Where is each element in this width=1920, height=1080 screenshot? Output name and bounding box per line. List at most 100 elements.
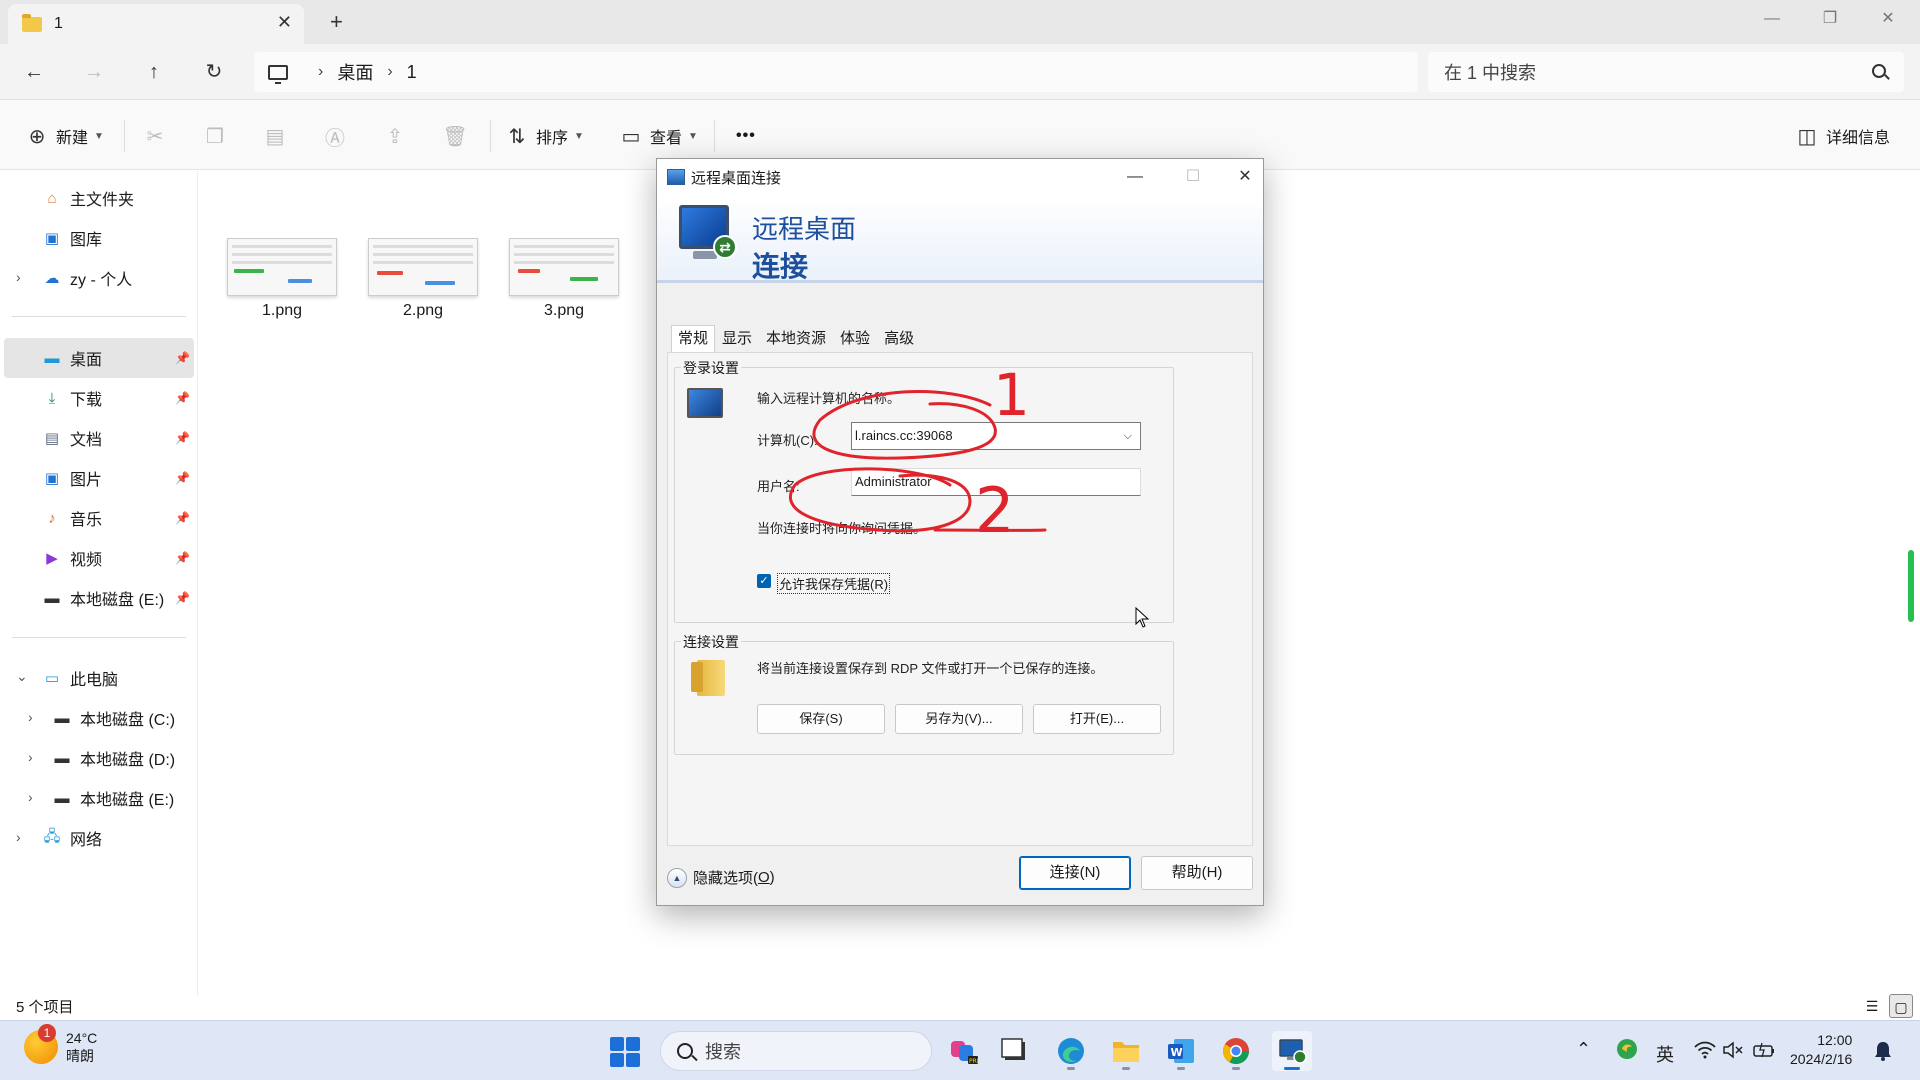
copilot-icon[interactable]: PRE xyxy=(943,1031,983,1071)
cut-button[interactable]: ✂ xyxy=(144,122,166,150)
tab-experience[interactable]: 体验 xyxy=(833,325,877,351)
sidebar-item-drive-c[interactable]: ▬ 本地磁盘 (C:) xyxy=(4,698,194,738)
sidebar-item-label: zy - 个人 xyxy=(70,272,133,289)
minimize-button[interactable]: — xyxy=(1752,4,1792,34)
remote-desktop-icon[interactable] xyxy=(1272,1031,1312,1071)
details-view-button[interactable]: ☰ xyxy=(1860,994,1884,1018)
dialog-close-button[interactable]: ✕ xyxy=(1227,163,1263,191)
save-as-button[interactable]: 另存为(V)... xyxy=(895,704,1023,734)
dialog-minimize-button[interactable]: — xyxy=(1117,163,1153,191)
clock[interactable]: 12:00 2024/2/16 xyxy=(1790,1031,1852,1069)
close-button[interactable]: ✕ xyxy=(1868,4,1908,34)
more-options-button[interactable]: ••• xyxy=(736,122,756,150)
file-explorer-icon[interactable] xyxy=(1106,1031,1146,1071)
sidebar-item-network[interactable]: 🖧 网络 xyxy=(4,818,194,858)
sort-button[interactable]: ⇅ 排序 ▼ xyxy=(506,122,584,150)
pin-icon[interactable]: 📌 xyxy=(175,551,190,565)
tab-general[interactable]: 常规 xyxy=(671,325,716,353)
rename-button[interactable]: Ⓐ xyxy=(324,122,346,150)
file-name[interactable]: 1.png xyxy=(227,302,337,320)
search-input[interactable]: 在 1 中搜索 xyxy=(1428,52,1904,92)
breadcrumb-folder[interactable]: 1 xyxy=(407,62,417,83)
notification-bell-icon[interactable] xyxy=(1874,1041,1892,1066)
sidebar-item-drive-d[interactable]: ▬ 本地磁盘 (D:) xyxy=(4,738,194,778)
sidebar-item-drive-e-pinned[interactable]: ▬ 本地磁盘 (E:) 📌 xyxy=(4,578,194,618)
pin-icon[interactable]: 📌 xyxy=(175,351,190,365)
terminal-icon[interactable] xyxy=(995,1031,1035,1071)
username-field[interactable]: Administrator xyxy=(851,468,1141,496)
computer-label: 计算机(C): xyxy=(757,433,818,448)
tab-advanced[interactable]: 高级 xyxy=(877,325,921,351)
up-button[interactable]: ↑ xyxy=(138,56,170,88)
wifi-icon[interactable] xyxy=(1694,1041,1716,1064)
volume-muted-icon[interactable] xyxy=(1722,1041,1744,1064)
breadcrumb-separator[interactable]: › xyxy=(387,63,392,81)
file-thumbnail[interactable] xyxy=(368,238,478,296)
sidebar-item-onedrive[interactable]: ☁ zy - 个人 xyxy=(4,258,194,298)
sidebar-item-desktop[interactable]: ▬ 桌面 📌 xyxy=(4,338,194,378)
copy-button[interactable]: ❐ xyxy=(204,122,226,150)
pin-icon[interactable]: 📌 xyxy=(175,591,190,605)
sidebar-item-home[interactable]: ⌂ 主文件夹 xyxy=(4,178,194,218)
connect-button[interactable]: 连接(N) xyxy=(1019,856,1131,890)
hide-options-toggle[interactable]: ▲ 隐藏选项(O) xyxy=(667,867,775,888)
sidebar-item-this-pc[interactable]: ▭ 此电脑 xyxy=(4,658,194,698)
battery-icon[interactable] xyxy=(1752,1041,1776,1064)
chrome-icon[interactable] xyxy=(1216,1031,1256,1071)
pin-icon[interactable]: 📌 xyxy=(175,391,190,405)
file-name[interactable]: 3.png xyxy=(509,302,619,320)
sidebar-item-downloads[interactable]: ⤓ 下载 📌 xyxy=(4,378,194,418)
sidebar-item-documents[interactable]: ▤ 文档 📌 xyxy=(4,418,194,458)
word-icon[interactable]: W xyxy=(1161,1031,1201,1071)
back-button[interactable]: ← xyxy=(18,56,50,88)
allow-save-checkbox[interactable]: ✓ xyxy=(757,574,771,588)
connection-settings-group: 连接设置 将当前连接设置保存到 RDP 文件或打开一个已保存的连接。 保存(S)… xyxy=(674,632,1174,755)
save-button[interactable]: 保存(S) xyxy=(757,704,885,734)
computer-combobox[interactable]: l.raincs.cc:39068 ⌵ xyxy=(851,422,1141,450)
breadcrumb[interactable]: › 桌面 › 1 xyxy=(254,52,1418,92)
file-thumbnail[interactable] xyxy=(509,238,619,296)
sidebar-item-videos[interactable]: ▶ 视频 📌 xyxy=(4,538,194,578)
paste-button[interactable]: ▤ xyxy=(264,122,286,150)
sidebar-item-drive-e[interactable]: ▬ 本地磁盘 (E:) xyxy=(4,778,194,818)
dialog-maximize-button[interactable]: ☐ xyxy=(1175,163,1211,191)
explorer-tab[interactable]: 1 ✕ xyxy=(8,4,304,44)
start-button[interactable] xyxy=(610,1037,640,1067)
ime-indicator[interactable]: 英 xyxy=(1656,1041,1674,1067)
show-hidden-icons-chevron-icon[interactable]: ⌃ xyxy=(1576,1039,1591,1060)
forward-button[interactable]: → xyxy=(78,56,110,88)
pin-icon[interactable]: 📌 xyxy=(175,511,190,525)
pin-icon[interactable]: 📌 xyxy=(175,471,190,485)
breadcrumb-desktop[interactable]: 桌面 xyxy=(337,59,373,85)
weather-widget[interactable]: 1 24°C 晴朗 xyxy=(24,1024,97,1065)
allow-save-label[interactable]: 允许我保存凭据(R) xyxy=(777,573,891,594)
delete-button[interactable]: 🗑 xyxy=(442,122,467,150)
scroll-indicator[interactable] xyxy=(1908,550,1914,622)
details-pane-button[interactable]: ◫ 详细信息 xyxy=(1796,122,1890,150)
taskbar-search[interactable]: 搜索 xyxy=(660,1031,932,1071)
share-button[interactable]: ⇪ xyxy=(384,122,406,150)
tab-display[interactable]: 显示 xyxy=(715,325,759,351)
new-button[interactable]: ⊕ 新建 ▼ xyxy=(26,122,104,150)
sidebar-item-music[interactable]: ♪ 音乐 📌 xyxy=(4,498,194,538)
sidebar-item-pictures[interactable]: ▣ 图片 📌 xyxy=(4,458,194,498)
restore-button[interactable]: ❐ xyxy=(1810,4,1850,34)
search-icon[interactable] xyxy=(1872,64,1886,78)
sidebar-item-gallery[interactable]: ▣ 图库 xyxy=(4,218,194,258)
this-pc-icon[interactable] xyxy=(268,64,288,84)
view-button[interactable]: ▭ 查看 ▼ xyxy=(620,122,698,150)
pin-icon[interactable]: 📌 xyxy=(175,431,190,445)
tiles-view-button[interactable]: ▢ xyxy=(1889,994,1913,1018)
open-button[interactable]: 打开(E)... xyxy=(1033,704,1161,734)
close-tab-icon[interactable]: ✕ xyxy=(277,12,292,33)
breadcrumb-separator[interactable]: › xyxy=(318,63,323,81)
tab-local-resources[interactable]: 本地资源 xyxy=(759,325,833,351)
file-thumbnail[interactable] xyxy=(227,238,337,296)
help-button[interactable]: 帮助(H) xyxy=(1141,856,1253,890)
security-tray-icon[interactable] xyxy=(1616,1038,1638,1065)
chevron-down-icon[interactable]: ⌵ xyxy=(1124,423,1132,449)
file-name[interactable]: 2.png xyxy=(368,302,478,320)
new-tab-button[interactable]: + xyxy=(330,9,343,35)
edge-icon[interactable] xyxy=(1051,1031,1091,1071)
refresh-button[interactable]: ↻ xyxy=(198,56,230,88)
